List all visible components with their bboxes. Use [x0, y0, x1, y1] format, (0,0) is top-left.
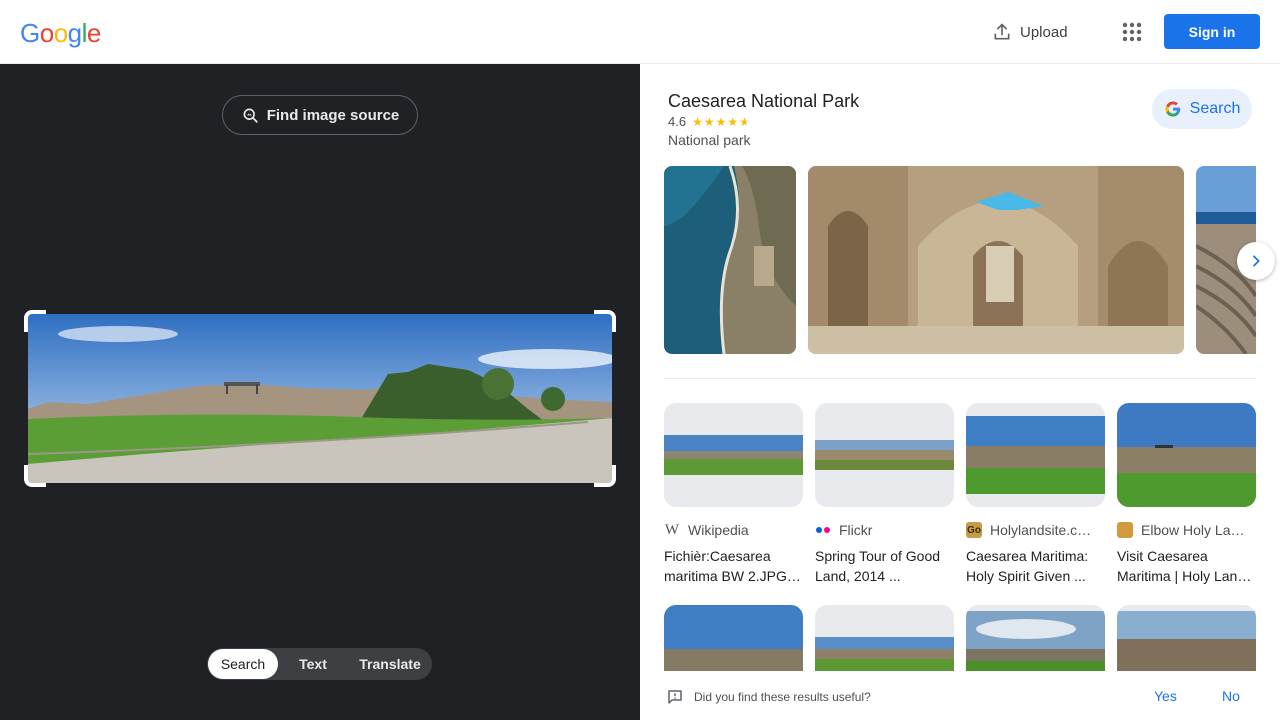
result-card[interactable]: W Wikipedia Fichièr:Caesarea maritima BW…: [664, 403, 803, 586]
result-source-name: Holylandsite.com: [990, 522, 1095, 538]
result-thumbnail: [664, 605, 803, 671]
result-thumbnail: [815, 403, 954, 507]
result-source-name: Elbow Holy Land Tours: [1141, 522, 1246, 538]
query-image-panel: Find image source Search Text Translate: [0, 64, 640, 720]
crop-handle-top-left[interactable]: [24, 310, 46, 332]
result-card[interactable]: [966, 605, 1105, 671]
result-caption: Visit Caesarea Maritima | Holy Land ...: [1117, 548, 1246, 584]
upload-icon: [994, 23, 1010, 40]
result-source: W Wikipedia: [664, 521, 803, 539]
result-thumbnail: [1117, 403, 1256, 507]
result-caption: Fichièr:Caesarea maritima BW 2.JPG - Wik…: [664, 548, 796, 584]
elbow-icon: [1117, 522, 1133, 538]
section-divider: [664, 378, 1256, 379]
result-source-name: Wikipedia: [688, 522, 749, 538]
results-panel: Caesarea National Park 4.6 ★★★★★ ★ Nation…: [640, 64, 1280, 720]
carousel-next-button[interactable]: [1237, 242, 1275, 280]
entity-type: National park: [668, 132, 751, 148]
google-g-icon: [1165, 101, 1180, 117]
result-thumbnail: [664, 403, 803, 507]
carousel-image-arch[interactable]: [808, 166, 1184, 354]
upload-label: Upload: [1020, 23, 1068, 41]
result-thumbnail: [1117, 605, 1256, 671]
chevron-right-icon: [1253, 255, 1260, 267]
top-bar: Google Upload Sign in: [0, 0, 1280, 64]
result-thumbnail: [966, 403, 1105, 507]
logo-letter: o: [39, 18, 54, 48]
carousel-image-aerial[interactable]: [664, 166, 796, 354]
result-source: Flickr: [815, 521, 954, 539]
tab-text[interactable]: Text: [278, 649, 348, 679]
result-card[interactable]: Go Holylandsite.com Caesarea Maritima: H…: [966, 403, 1105, 586]
result-card[interactable]: [1117, 605, 1256, 671]
result-thumbnail: [815, 605, 954, 671]
find-image-source-button[interactable]: Find image source: [222, 95, 418, 135]
flickr-icon: [815, 522, 831, 538]
logo-letter: o: [53, 18, 68, 48]
query-image: [28, 314, 612, 483]
feedback-yes-button[interactable]: Yes: [1154, 688, 1177, 704]
entity-rating: 4.6 ★★★★★ ★: [668, 114, 751, 129]
search-label: Search: [1189, 100, 1241, 117]
lens-mode-switcher: Search Text Translate: [207, 648, 432, 680]
entity-title[interactable]: Caesarea National Park: [668, 91, 859, 112]
result-card[interactable]: [664, 605, 803, 671]
google-logo[interactable]: Google: [20, 18, 101, 49]
crop-handle-top-right[interactable]: [594, 310, 616, 332]
upload-button[interactable]: Upload: [992, 20, 1068, 44]
crop-selection[interactable]: [24, 310, 616, 487]
feedback-icon: [668, 690, 682, 704]
result-source-name: Flickr: [839, 522, 873, 538]
google-search-button[interactable]: Search: [1152, 89, 1252, 129]
star-rating-icon: ★★★★★ ★: [692, 114, 751, 129]
result-source: Elbow Holy Land Tours: [1117, 521, 1256, 539]
result-card[interactable]: Flickr Spring Tour of Good Land, 2014 ..…: [815, 403, 954, 586]
feedback-bar: Did you find these results useful? Yes N…: [640, 676, 1280, 720]
logo-letter: g: [67, 18, 82, 48]
find-image-source-label: Find image source: [266, 106, 400, 124]
rating-value: 4.6: [668, 114, 687, 129]
logo-letter: G: [20, 18, 40, 48]
feedback-no-button[interactable]: No: [1222, 688, 1240, 704]
result-caption: Spring Tour of Good Land, 2014 ...: [815, 548, 941, 584]
crop-handle-bottom-right[interactable]: [594, 465, 616, 487]
apps-grid-icon[interactable]: [1120, 20, 1144, 44]
feedback-question: Did you find these results useful?: [694, 690, 871, 704]
result-source: Go Holylandsite.com: [966, 521, 1105, 539]
result-thumbnail: [966, 605, 1105, 671]
image-search-icon: [243, 108, 258, 123]
crop-handle-bottom-left[interactable]: [24, 465, 46, 487]
tab-search[interactable]: Search: [208, 649, 278, 679]
logo-letter: e: [86, 18, 101, 48]
holylandsite-icon: Go: [966, 522, 982, 538]
wikipedia-icon: W: [664, 521, 680, 538]
sign-in-button[interactable]: Sign in: [1164, 14, 1260, 49]
tab-translate[interactable]: Translate: [348, 649, 432, 679]
result-caption: Caesarea Maritima: Holy Spirit Given ...: [966, 548, 1089, 584]
result-card[interactable]: [815, 605, 954, 671]
result-card[interactable]: Elbow Holy Land Tours Visit Caesarea Mar…: [1117, 403, 1256, 586]
